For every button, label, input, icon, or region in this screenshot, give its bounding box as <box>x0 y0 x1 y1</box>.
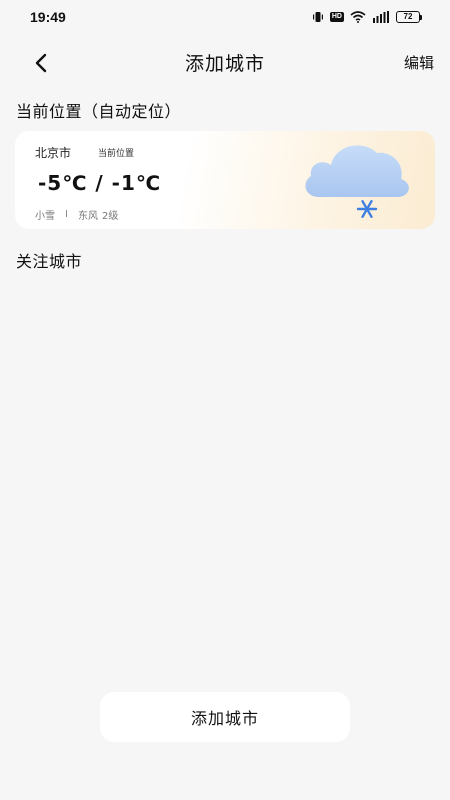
condition-row: 小雪 I 东风 2级 <box>35 207 118 222</box>
current-location-weather-card[interactable]: 北京市 当前位置 -5℃ / -1℃ 小雪 I 东风 2级 <box>15 131 435 229</box>
wind-level: 2级 <box>101 211 119 222</box>
wind-info: 东风 2级 <box>78 207 118 222</box>
battery-icon: 72 <box>396 11 422 23</box>
edit-button[interactable]: 编辑 <box>404 52 434 73</box>
status-bar: 19:49 HD 72 <box>0 0 450 34</box>
weather-condition: 小雪 <box>35 211 55 222</box>
signal-icon <box>372 11 390 23</box>
status-icons: HD 72 <box>312 11 422 23</box>
temperature-range: -5℃ / -1℃ <box>38 171 162 195</box>
current-location-badge: 当前位置 <box>98 149 135 159</box>
chevron-left-icon <box>35 53 47 73</box>
header: 添加城市 编辑 <box>0 38 450 86</box>
hd-icon: HD <box>329 12 344 22</box>
status-time: 19:49 <box>30 9 66 25</box>
followed-cities-title: 关注城市 <box>16 252 83 271</box>
card-city: 北京市 <box>35 146 72 160</box>
wifi-icon <box>350 11 366 23</box>
wind-direction: 东风 <box>77 211 98 222</box>
vibrate-icon <box>312 11 324 23</box>
back-button[interactable] <box>28 50 54 76</box>
battery-level: 72 <box>396 11 420 23</box>
condition-separator: I <box>65 209 68 220</box>
cloud-snow-icon <box>305 145 409 219</box>
add-city-button[interactable]: 添加城市 <box>100 692 350 742</box>
current-location-title: 当前位置（自动定位） <box>16 102 182 121</box>
page-title: 添加城市 <box>184 52 265 75</box>
